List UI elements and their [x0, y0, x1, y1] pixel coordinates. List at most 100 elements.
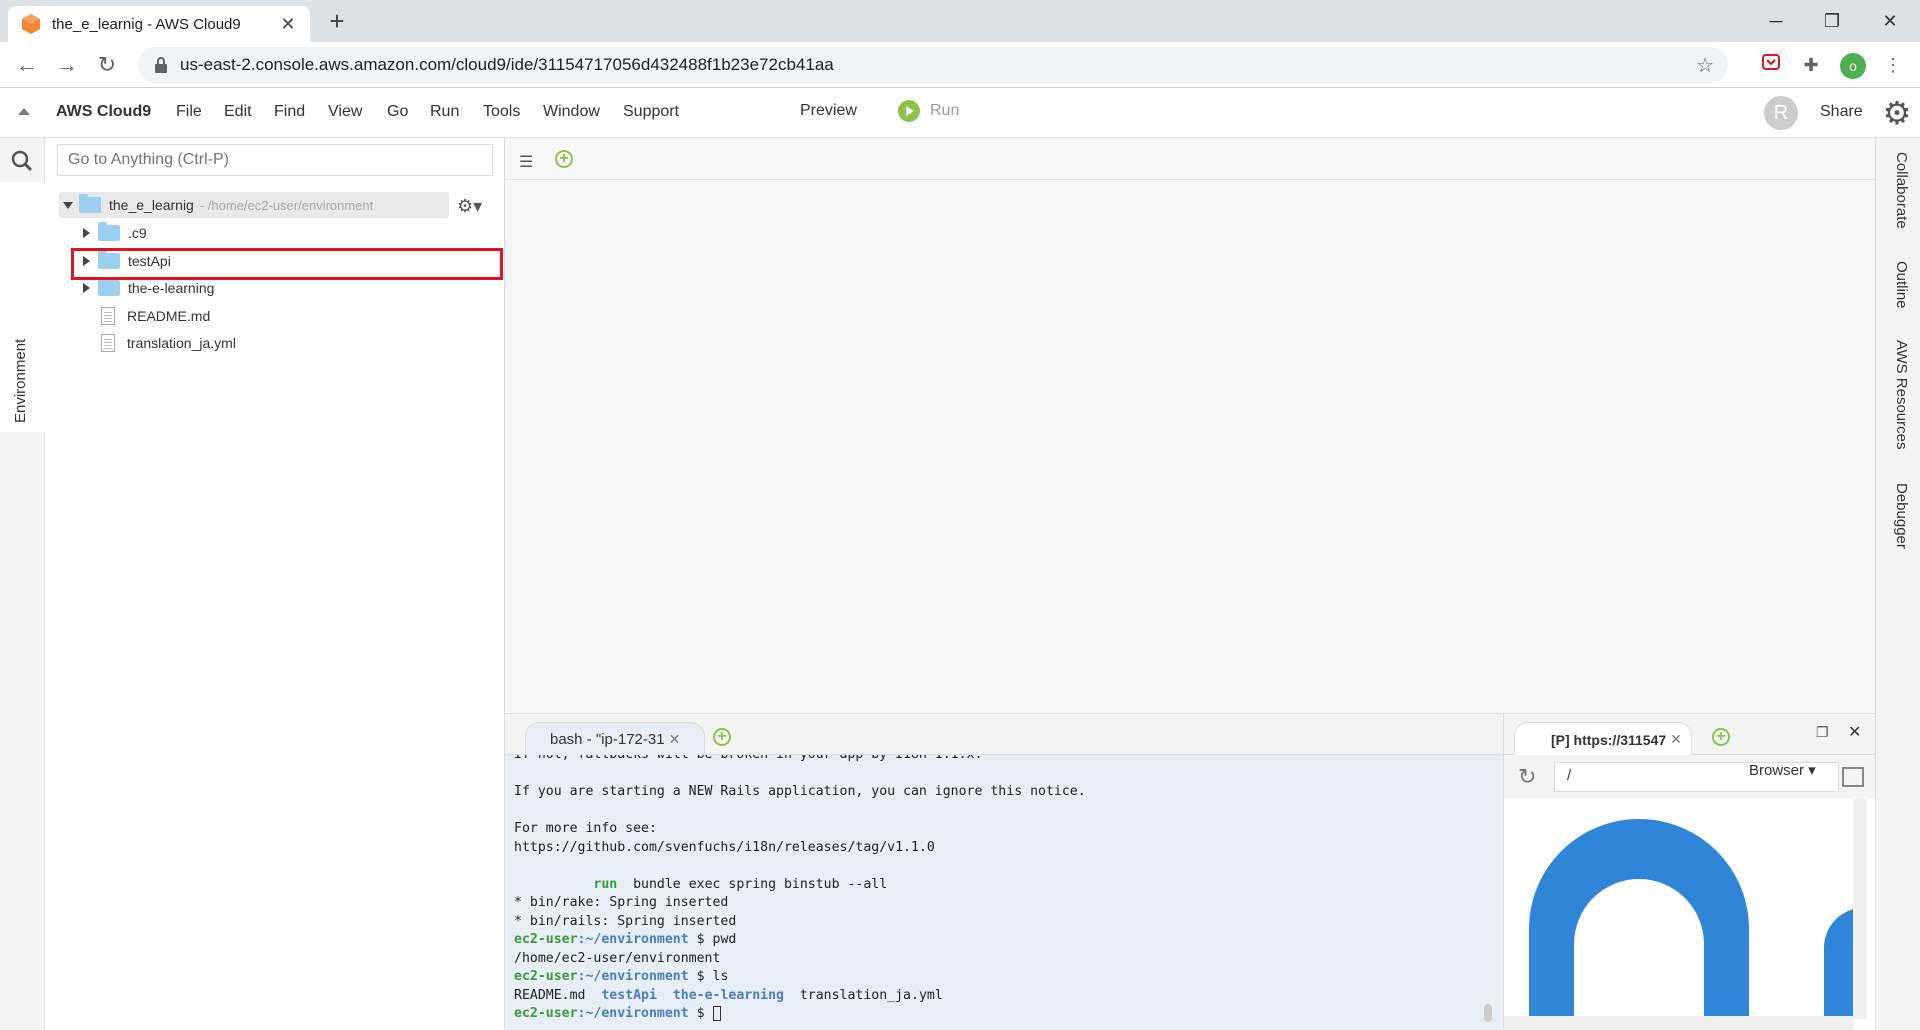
restore-icon[interactable]: ❐ [1804, 6, 1860, 36]
terminal-tab-label: bash - "ip-172-31 [550, 731, 665, 748]
preview-button[interactable]: Preview [800, 102, 857, 120]
tree-item-translation[interactable]: translation_ja.yml [101, 330, 236, 356]
tab-collaborate[interactable]: Collaborate [1893, 152, 1910, 229]
preferences-gear-icon[interactable]: ⚙ [1880, 96, 1914, 130]
user-avatar[interactable]: R [1764, 96, 1798, 130]
terminal-line: For more info see: [514, 821, 657, 836]
ls-item: README.md [514, 987, 602, 1003]
editor-area[interactable] [505, 180, 1875, 713]
menu-edit[interactable]: Edit [224, 103, 252, 121]
terminal-prompt-line: ec2-user:~/environment $ [514, 1005, 1503, 1024]
browser-menu-icon[interactable]: ⋮ [1880, 52, 1906, 78]
window-close-icon[interactable]: ✕ [1862, 6, 1918, 36]
prompt-user: ec2-user [514, 1006, 578, 1021]
tab-list-icon[interactable]: ☰ [519, 152, 533, 172]
browser-tab-title: the_e_learnig - AWS Cloud9 [52, 15, 241, 33]
menu-file[interactable]: File [176, 103, 202, 121]
terminal-scrollbar[interactable] [1484, 1004, 1492, 1022]
new-editor-tab-icon[interactable]: + [555, 150, 573, 168]
tab-debugger[interactable]: Debugger [1893, 483, 1910, 549]
run-keyword: run [593, 876, 618, 892]
folder-icon [98, 222, 120, 241]
tab-environment[interactable]: Environment [12, 339, 29, 423]
search-icon[interactable] [11, 150, 33, 172]
preview-vscrollbar[interactable] [1853, 799, 1867, 1019]
tree-item-label: translation_ja.yml [127, 335, 236, 351]
ide-brand[interactable]: AWS Cloud9 [56, 103, 151, 121]
terminal-line: * bin/rake: Spring inserted [514, 895, 729, 910]
tab-aws-resources[interactable]: AWS Resources [1893, 340, 1910, 449]
terminal-line: If you are starting a NEW Rails applicat… [514, 784, 1086, 799]
menu-tools[interactable]: Tools [483, 103, 520, 121]
run-button[interactable]: Run [898, 100, 959, 122]
popout-icon[interactable] [1842, 767, 1864, 787]
close-icon[interactable]: ✕ [669, 731, 681, 748]
browser-tab[interactable]: the_e_learnig - AWS Cloud9 ✕ [8, 6, 310, 42]
terminal-line: run bundle exec spring binstub --all [514, 876, 1503, 895]
maximize-panel-icon[interactable]: ❐ [1816, 724, 1829, 741]
tab-outline[interactable]: Outline [1893, 261, 1910, 309]
menu-find[interactable]: Find [274, 103, 305, 121]
expand-right-icon[interactable] [83, 283, 90, 293]
cloud9-favicon-icon [22, 14, 40, 34]
menu-go[interactable]: Go [387, 103, 408, 121]
forward-icon[interactable]: → [52, 50, 82, 80]
ls-dir: the-e-learning [672, 987, 784, 1003]
minimize-icon[interactable]: ─ [1748, 6, 1804, 36]
tree-root-label: the_e_learnig [109, 197, 194, 213]
command: ls [712, 969, 729, 984]
terminal-output[interactable]: If not, fallbacks will be broken in your… [505, 755, 1503, 1030]
tree-item-readme[interactable]: README.md [101, 303, 210, 329]
editor-tab-bar: ☰ + [505, 138, 1875, 180]
terminal-line: /home/ec2-user/environment [514, 950, 721, 966]
tree-item-label: README.md [127, 308, 211, 324]
extensions-puzzle-icon[interactable]: ✚ [1798, 52, 1824, 78]
preview-url-value: / [1567, 767, 1572, 784]
reload-icon[interactable]: ↻ [92, 50, 122, 80]
menu-window[interactable]: Window [543, 103, 600, 121]
expand-down-icon[interactable] [63, 201, 73, 209]
url-input[interactable]: us-east-2.console.aws.amazon.com/cloud9/… [138, 47, 1728, 83]
tree-item-label: .c9 [128, 225, 147, 241]
new-tab-icon[interactable]: + [322, 6, 352, 36]
profile-avatar[interactable]: o [1840, 53, 1866, 79]
preview-content[interactable] [1503, 799, 1875, 1030]
bookmark-star-icon[interactable]: ☆ [1696, 53, 1714, 78]
command: pwd [712, 932, 737, 947]
lock-icon [155, 57, 167, 73]
terminal-line: https://github.com/svenfuchs/i18n/releas… [514, 839, 935, 855]
address-bar: ← → ↻ us-east-2.console.aws.amazon.com/c… [0, 42, 1920, 88]
tree-root[interactable]: the_e_learnig - /home/ec2-user/environme… [59, 192, 449, 218]
terminal-tab-bar: bash - "ip-172-31 ✕ + [505, 713, 1503, 756]
new-preview-tab-icon[interactable]: + [1712, 728, 1730, 746]
refresh-icon[interactable]: ↻ [1518, 766, 1540, 788]
tab-close-icon[interactable]: ✕ [278, 14, 298, 35]
menu-view[interactable]: View [328, 103, 362, 121]
preview-logo-graphic [1529, 819, 1854, 1016]
back-icon[interactable]: ← [12, 50, 42, 80]
collapse-menu-icon[interactable] [18, 108, 30, 115]
goto-anything-input[interactable] [57, 144, 493, 176]
preview-hscrollbar[interactable] [1504, 1016, 1854, 1030]
preview-tab-label: [P] https://311547 [1551, 731, 1667, 748]
tree-item-c9[interactable]: .c9 [83, 220, 147, 246]
expand-right-icon[interactable] [83, 228, 90, 238]
menu-run[interactable]: Run [430, 103, 459, 121]
terminal-cursor [712, 1005, 721, 1021]
close-panel-icon[interactable]: ✕ [1848, 722, 1861, 742]
folder-icon [98, 277, 120, 296]
close-icon[interactable]: ✕ [1670, 731, 1682, 748]
prompt-path: :~/environment [577, 969, 689, 984]
pocket-extension-icon[interactable] [1758, 52, 1784, 78]
new-terminal-tab-icon[interactable]: + [713, 728, 731, 746]
terminal-prompt-line: ec2-user:~/environment $ ls [514, 968, 1503, 987]
share-button[interactable]: Share [1820, 103, 1863, 121]
preview-tab[interactable]: [P] https://311547 ✕ [1514, 722, 1692, 756]
menu-support[interactable]: Support [623, 103, 679, 121]
url-text: us-east-2.console.aws.amazon.com/cloud9/… [180, 55, 834, 74]
tree-settings-gear-icon[interactable]: ⚙▾ [457, 196, 482, 217]
browser-select[interactable]: Browser ▾ [1749, 761, 1816, 779]
terminal-tab[interactable]: bash - "ip-172-31 ✕ [525, 722, 705, 756]
folder-icon [79, 194, 101, 213]
